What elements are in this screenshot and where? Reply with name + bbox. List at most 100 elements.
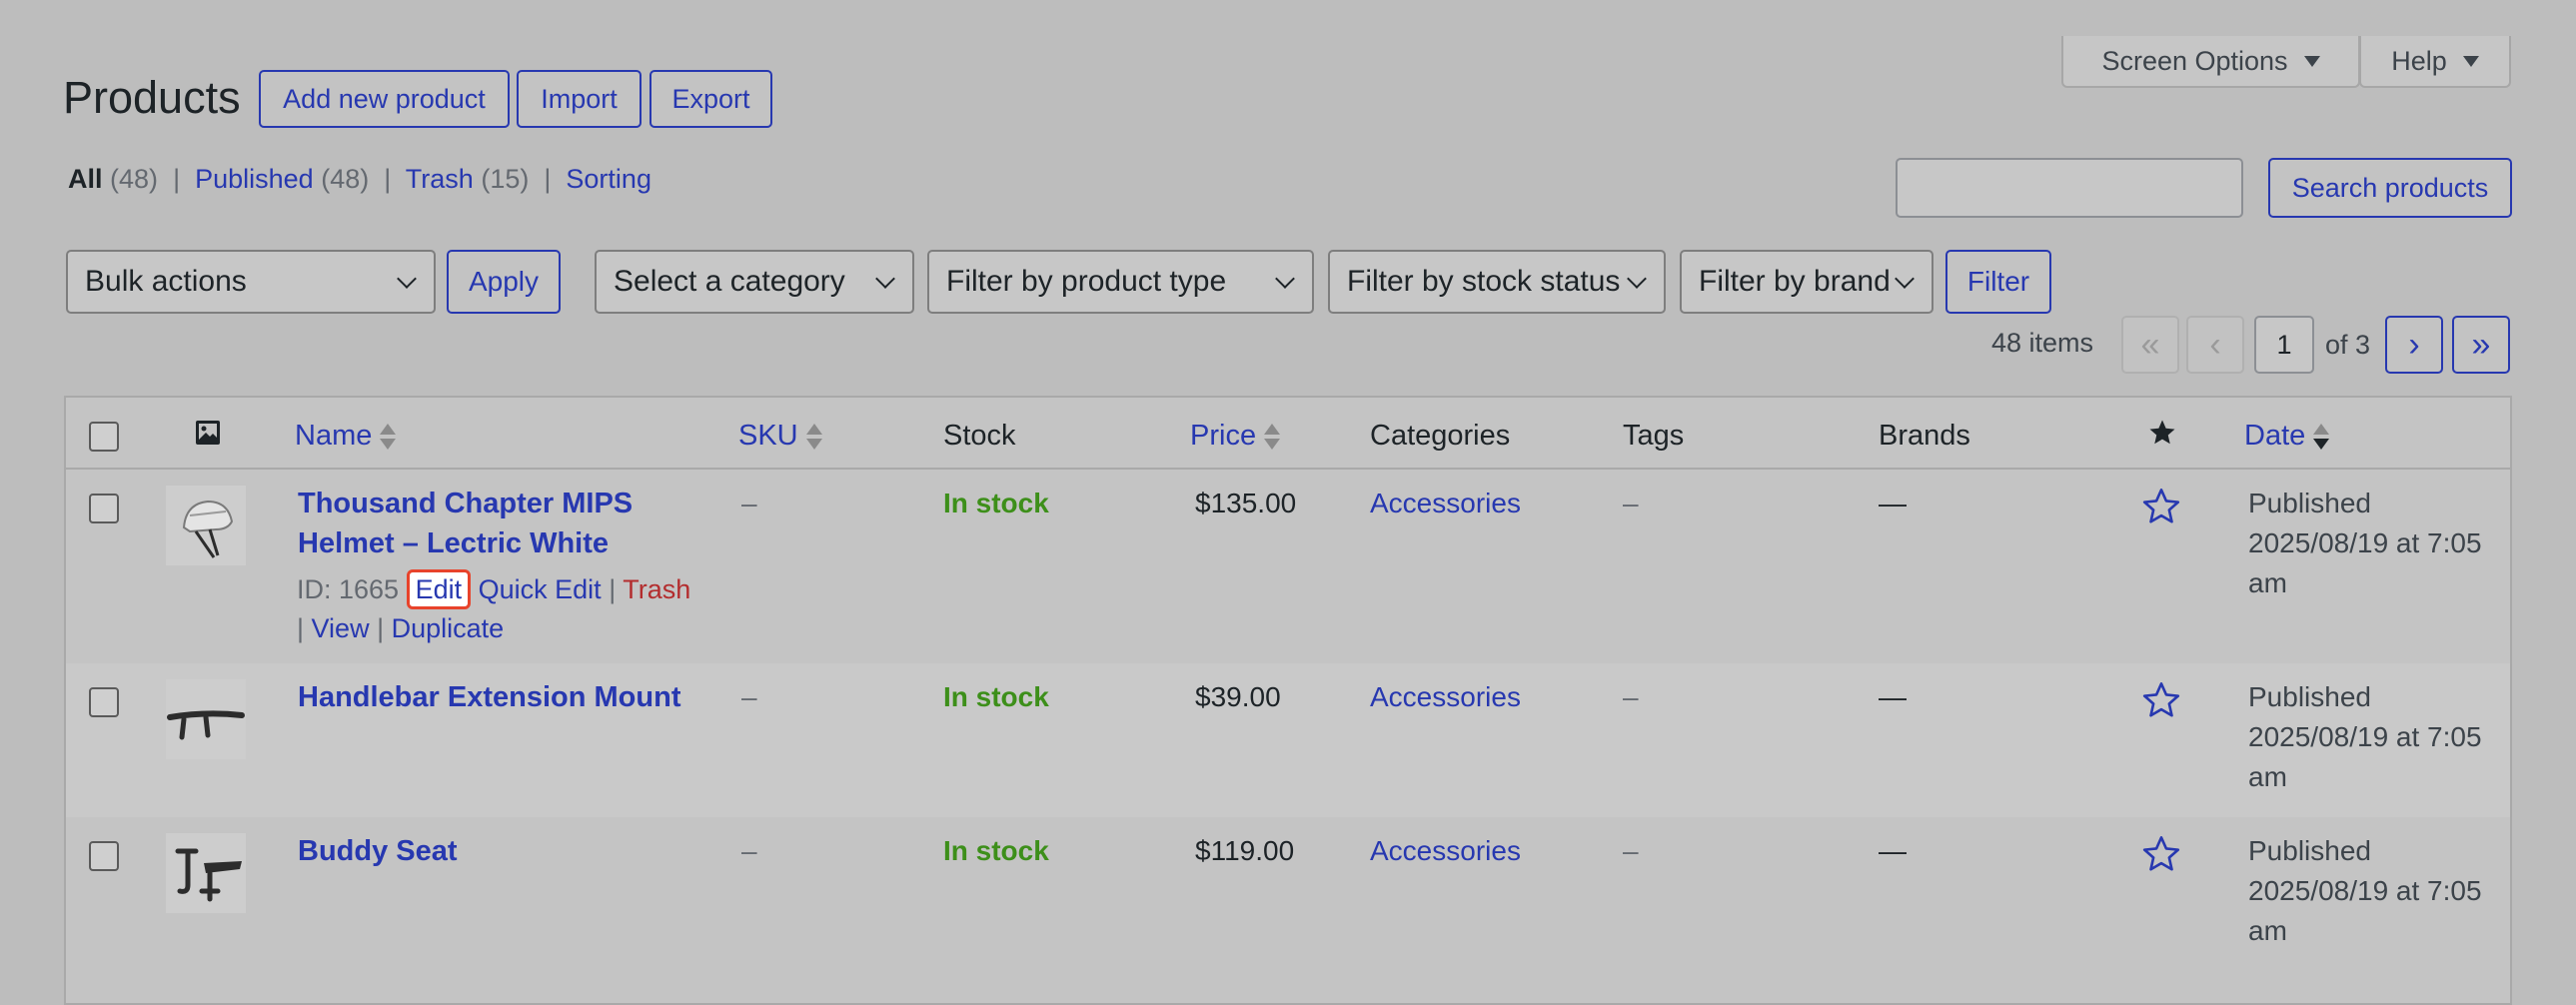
category-link[interactable]: Accessories [1370,484,1521,523]
product-id: ID: 1665 [297,574,400,604]
date-status: Published [2248,488,2371,518]
view-link[interactable]: View [312,613,370,643]
brands-value: — [1879,681,1907,712]
product-type-select[interactable]: Filter by product type [927,250,1314,314]
edit-link[interactable]: Edit [406,569,472,609]
date-status: Published [2248,681,2371,712]
view-sorting[interactable]: Sorting [566,164,651,194]
view-published[interactable]: Published (48) [195,164,369,194]
view-separator: | [165,164,188,194]
view-trash-count: (15) [481,164,530,194]
view-all-count: (48) [110,164,159,194]
view-separator: | [376,164,399,194]
column-stock-header: Stock [943,420,1016,452]
product-name-link[interactable]: Thousand Chapter MIPS Helmet – Lectric W… [298,484,633,563]
help-label: Help [2391,45,2447,76]
bulk-actions-select[interactable]: Bulk actions [66,250,436,314]
price-value: $135.00 [1195,488,1297,518]
items-count: 48 items [1991,328,2094,358]
apply-button[interactable]: Apply [447,250,561,314]
trash-link[interactable]: Trash [623,574,690,604]
column-sku-label: SKU [738,420,798,452]
export-button[interactable]: Export [649,70,772,128]
stock-status-select[interactable]: Filter by stock status [1328,250,1666,314]
product-name-link[interactable]: Handlebar Extension Mount [298,677,680,717]
quick-edit-link[interactable]: Quick Edit [479,574,602,604]
column-name-header[interactable]: Name [295,420,397,453]
brand-select[interactable]: Filter by brand [1680,250,1933,314]
date-cell: Published 2025/08/19 at 7:05 am [2248,484,2482,603]
help-toggle[interactable]: Help [2359,36,2511,88]
view-trash[interactable]: Trash (15) [406,164,530,194]
table-row: Buddy Seat – In stock $119.00 Accessorie… [66,817,2510,1003]
stock-status: In stock [943,835,1049,866]
stock-status: In stock [943,488,1049,518]
star-outline-icon[interactable] [2140,486,2182,527]
add-new-product-button[interactable]: Add new product [259,70,510,128]
status-views: All (48) | Published (48) | Trash (15) |… [68,162,651,196]
category-link[interactable]: Accessories [1370,831,1521,871]
current-page-input[interactable]: 1 [2254,316,2314,374]
row-checkbox[interactable] [89,687,119,717]
date-cell: Published 2025/08/19 at 7:05 am [2248,677,2482,797]
stock-status-value: Filter by stock status [1347,265,1621,298]
chevron-down-icon [1275,269,1295,289]
screen-options-toggle[interactable]: Screen Options [2061,36,2360,88]
category-select[interactable]: Select a category [595,250,914,314]
star-outline-icon[interactable] [2140,833,2182,875]
view-published-count: (48) [321,164,370,194]
sort-icon [1264,422,1281,452]
total-pages: of 3 [2325,330,2371,360]
sort-desc-icon [2313,422,2330,452]
row-actions: ID: 1665 Edit Quick Edit | Trash | View … [297,569,716,648]
column-sku-header[interactable]: SKU [738,420,822,453]
product-name-link[interactable]: Buddy Seat [298,831,458,871]
brands-value: — [1879,488,1907,518]
last-page-button[interactable]: » [2452,316,2510,374]
tags-value: – [1623,488,1639,518]
action-separator: | [609,574,617,604]
star-outline-icon[interactable] [2140,679,2182,721]
column-name-label: Name [295,420,373,452]
column-tags-header: Tags [1623,420,1685,452]
handlebar-mount-image [167,710,245,740]
product-thumbnail[interactable] [166,833,246,913]
column-featured-header[interactable] [2147,418,2177,456]
column-brands-header: Brands [1879,420,1970,452]
column-date-header[interactable]: Date [2244,420,2330,453]
view-trash-label: Trash [405,164,474,194]
next-page-button[interactable]: › [2385,316,2443,374]
category-link[interactable]: Accessories [1370,677,1521,717]
search-products-button[interactable]: Search products [2268,158,2512,218]
product-name-line: Thousand Chapter MIPS [298,488,634,519]
column-price-header[interactable]: Price [1190,420,1281,453]
date-suffix: am [2248,915,2287,946]
sku-value: – [741,835,757,866]
product-thumbnail[interactable] [166,486,246,565]
action-separator: | [377,613,385,643]
first-page-button[interactable]: « [2121,316,2179,374]
date-suffix: am [2248,761,2287,792]
filter-button[interactable]: Filter [1945,250,2051,314]
previous-page-button[interactable]: ‹ [2186,316,2244,374]
stock-status: In stock [943,681,1049,712]
product-thumbnail[interactable] [166,679,246,759]
row-checkbox[interactable] [89,494,119,523]
chevron-down-icon [875,269,895,289]
import-button[interactable]: Import [517,70,642,128]
buddy-seat-image [175,848,242,902]
select-all-checkbox[interactable] [89,422,119,452]
brands-value: — [1879,835,1907,866]
view-all-label: All [68,164,103,194]
view-all[interactable]: All (48) [68,164,158,194]
duplicate-link[interactable]: Duplicate [392,613,505,643]
screen-options-label: Screen Options [2101,45,2288,76]
price-value: $39.00 [1195,681,1281,712]
row-checkbox[interactable] [89,841,119,871]
helmet-image [182,500,234,558]
chevron-down-icon [1627,269,1647,289]
product-search-input[interactable] [1896,158,2243,218]
sku-value: – [741,488,757,518]
product-type-value: Filter by product type [946,265,1227,298]
date-value: 2025/08/19 at 7:05 [2248,527,2482,558]
